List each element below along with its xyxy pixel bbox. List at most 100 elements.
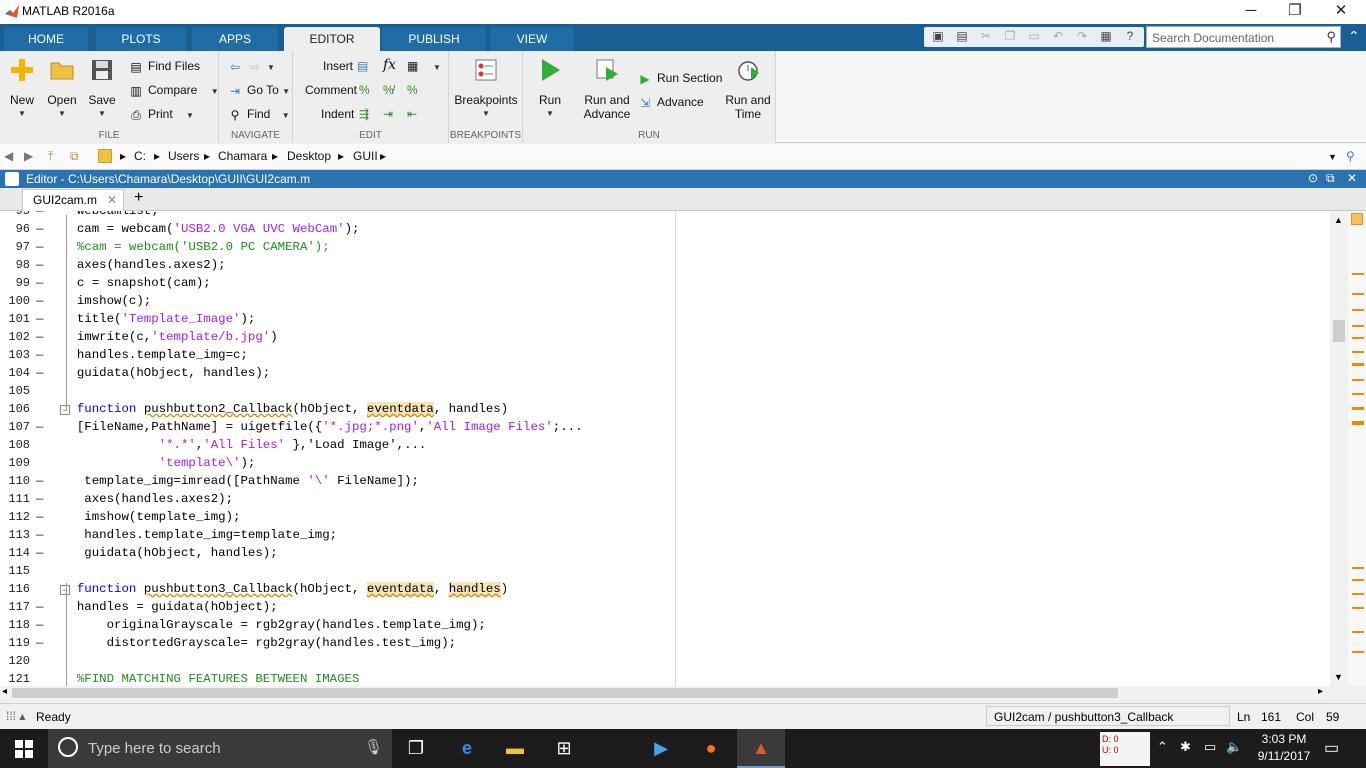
disk-monitor-widget[interactable]: D: 0 U: 0 — [1100, 732, 1150, 766]
path-crumb-desktop[interactable]: Desktop — [287, 149, 331, 163]
warning-marker[interactable] — [1352, 363, 1364, 366]
code-line[interactable]: template_img=imread([PathName '\' FileNa… — [62, 474, 419, 488]
forward-arrow-icon[interactable]: ⇨ — [247, 59, 263, 75]
breakpoint-dash[interactable]: — — [36, 312, 43, 326]
find-files-button[interactable]: ▤ Find Files — [128, 57, 200, 75]
copy-icon[interactable]: ❐ — [1002, 29, 1018, 45]
back-forward-buttons[interactable]: ⇦ ⇨ ▼ — [227, 57, 275, 75]
clock-time[interactable]: 3:03 PM — [1256, 732, 1312, 746]
code-line[interactable]: originalGrayscale = rgb2gray(handles.tem… — [62, 618, 486, 632]
tab-plots[interactable]: PLOTS — [96, 27, 186, 51]
breakpoint-dash[interactable]: — — [36, 348, 43, 362]
breakpoint-dash[interactable]: — — [36, 510, 43, 524]
warning-marker[interactable] — [1352, 567, 1364, 569]
code-line[interactable]: axes(handles.axes2); — [62, 258, 226, 272]
task-view-icon[interactable]: ❐ — [392, 729, 440, 768]
insert-dropdown-icon[interactable]: ▼ — [433, 63, 441, 72]
compare-button[interactable]: ▥ Compare ▼ — [128, 81, 218, 99]
warning-status-indicator[interactable] — [1351, 213, 1363, 225]
insert-function-icon[interactable]: fx — [383, 56, 396, 74]
search-icon[interactable]: ⚲ — [1326, 29, 1336, 45]
new-doc-icon[interactable]: ▣ — [930, 29, 946, 45]
search-documentation-input[interactable]: Search Documentation ⚲ — [1146, 26, 1341, 48]
battery-icon[interactable]: ▭ — [1204, 739, 1216, 755]
run-and-advance-button[interactable]: Run and Advance — [577, 51, 637, 131]
warning-marker[interactable] — [1352, 393, 1364, 395]
microphone-icon[interactable]: 🎙 — [364, 738, 383, 756]
code-line[interactable]: handles.template_img=template_img; — [62, 528, 337, 542]
clock-date[interactable]: 9/11/2017 — [1254, 749, 1314, 763]
path-dropdown-icon[interactable]: ▼ — [1328, 152, 1337, 162]
warning-marker[interactable] — [1352, 607, 1364, 609]
run-button[interactable]: Run ▼ — [529, 51, 571, 131]
code-line[interactable]: [FileName,PathName] = uigetfile({'*.jpg;… — [62, 420, 583, 434]
warning-marker[interactable] — [1352, 593, 1364, 595]
scroll-right-icon[interactable]: ▸ — [1318, 686, 1323, 697]
warning-marker[interactable] — [1352, 421, 1364, 425]
code-line[interactable]: %cam = webcam('USB2.0 PC CAMERA'); — [62, 240, 330, 254]
start-button[interactable] — [0, 729, 48, 768]
action-center-icon[interactable]: ▭ — [1324, 738, 1339, 758]
close-button[interactable]: ✕ — [1318, 0, 1364, 24]
breakpoint-dash[interactable]: — — [36, 528, 43, 542]
warning-marker[interactable] — [1352, 351, 1364, 353]
taskbar-search-box[interactable]: Type here to search 🎙 — [48, 729, 392, 768]
warning-marker[interactable] — [1352, 273, 1364, 275]
run-and-time-button[interactable]: Run and Time — [721, 51, 775, 131]
bluetooth-icon[interactable]: ✱ — [1180, 739, 1191, 755]
uncomment-icon[interactable]: %̸ — [383, 81, 394, 99]
code-line[interactable]: 'template\'); — [62, 456, 256, 470]
code-line[interactable]: %FIND MATCHING FEATURES BETWEEN IMAGES — [62, 672, 360, 686]
breakpoint-dash[interactable]: — — [36, 474, 43, 488]
code-line[interactable]: − function pushbutton2_Callback(hObject,… — [60, 402, 508, 416]
movie-app-icon[interactable] — [589, 729, 637, 768]
breakpoint-dash[interactable]: — — [36, 330, 43, 344]
insert-section-icon[interactable]: ▤ — [357, 57, 368, 75]
up-folder-icon[interactable]: ⤒ — [48, 149, 53, 164]
undock-icon[interactable]: ⧉ — [1326, 171, 1335, 186]
edge-browser-icon[interactable]: e — [443, 729, 491, 768]
go-to-button[interactable]: ⇥ Go To ▼ — [227, 81, 290, 99]
indent-button[interactable]: Indent — [321, 105, 354, 123]
code-line[interactable]: '*.*','All Files' },'Load Image',... — [62, 438, 427, 452]
find-button[interactable]: ⚲ Find ▼ — [227, 105, 290, 123]
run-section-button[interactable]: ▶ Run Section — [637, 69, 722, 87]
breakpoint-dash[interactable]: — — [36, 600, 43, 614]
warning-marker[interactable] — [1352, 407, 1364, 410]
new-button[interactable]: New ▼ — [4, 51, 40, 131]
undo-icon[interactable]: ↶ — [1050, 29, 1066, 45]
breakpoint-dash[interactable]: — — [36, 276, 43, 290]
warning-marker[interactable] — [1352, 651, 1364, 653]
code-line[interactable]: imshow(c); — [62, 294, 151, 308]
new-tab-button[interactable]: + — [134, 189, 143, 207]
code-line[interactable]: guidata(hObject, handles); — [62, 546, 277, 560]
breakpoint-dash[interactable]: — — [36, 258, 43, 272]
code-line[interactable]: distortedGrayscale= rgb2gray(handles.tes… — [62, 636, 456, 650]
store-icon[interactable]: ⊞ — [540, 729, 588, 768]
path-crumb-c[interactable]: C: — [134, 149, 146, 163]
code-line[interactable]: handles.template_img=c; — [62, 348, 248, 362]
scroll-up-icon[interactable]: ▲ — [1334, 215, 1343, 225]
open-button[interactable]: Open ▼ — [44, 51, 80, 131]
path-crumb-guii[interactable]: GUII — [353, 149, 378, 163]
increase-indent-icon[interactable]: ⇥ — [383, 105, 393, 123]
warning-marker[interactable] — [1352, 337, 1364, 339]
volume-icon[interactable]: 🔈 — [1226, 739, 1242, 755]
path-crumb-chamara[interactable]: Chamara — [218, 149, 267, 163]
redo-icon[interactable]: ↷ — [1074, 29, 1090, 45]
advance-button[interactable]: ⇲ Advance — [637, 93, 704, 111]
scroll-down-icon[interactable]: ▼ — [1334, 672, 1343, 682]
warning-marker[interactable] — [1352, 631, 1364, 633]
smart-indent-icon[interactable]: ⇶ — [359, 105, 369, 123]
minimize-button[interactable]: ─ — [1228, 0, 1274, 24]
show-hidden-icons-chevron-icon[interactable]: ⌃ — [1157, 739, 1168, 755]
breakpoint-dash[interactable]: — — [36, 211, 43, 218]
file-explorer-icon[interactable]: ▬ — [491, 729, 539, 768]
code-line[interactable]: imshow(template_img); — [62, 510, 240, 524]
code-line[interactable]: − function pushbutton3_Callback(hObject,… — [60, 582, 508, 596]
breakpoint-dash[interactable]: — — [36, 366, 43, 380]
warning-marker[interactable] — [1352, 293, 1364, 295]
vertical-scroll-thumb[interactable] — [1333, 320, 1345, 342]
help-icon[interactable]: ? — [1122, 29, 1138, 45]
warning-marker[interactable] — [1352, 579, 1364, 581]
